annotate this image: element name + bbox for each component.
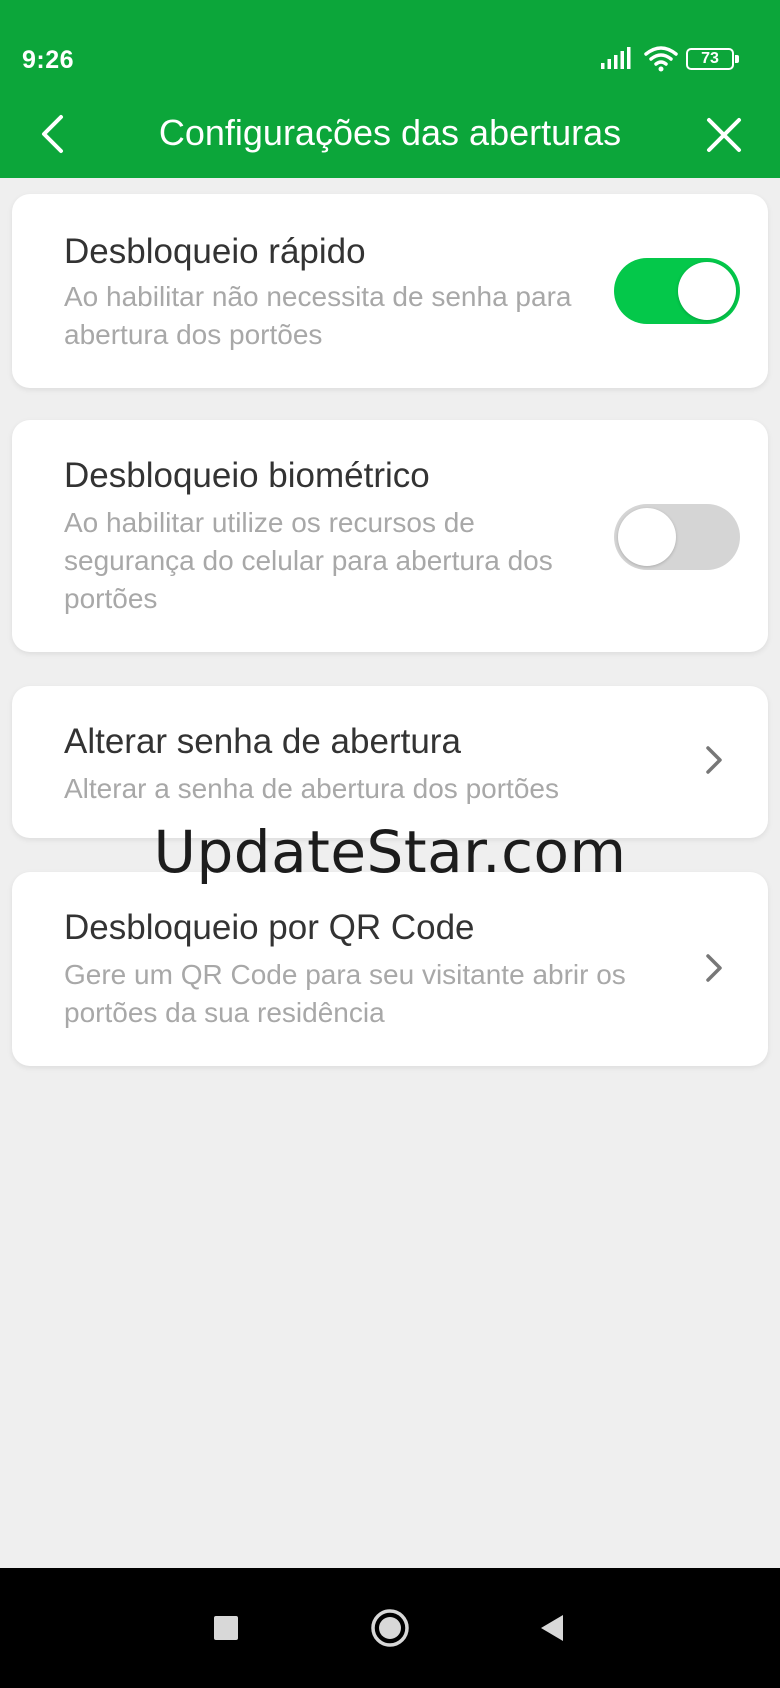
back-triangle-icon [541,1615,563,1641]
biometric-unlock-toggle[interactable] [614,504,740,570]
qr-unlock-card[interactable]: Desbloqueio por QR Code Gere um QR Code … [12,872,768,1066]
qr-unlock-title: Desbloqueio por QR Code [64,908,475,947]
change-password-description: Alterar a senha de abertura dos portões [64,773,559,804]
app-header: 9:26 73 Configurações das aberturas [0,0,780,178]
close-button[interactable] [700,110,748,160]
back-nav-button[interactable] [526,1602,578,1654]
recents-button[interactable] [200,1602,252,1654]
biometric-unlock-description: Ao habilitar utilize os recursos de segu… [64,507,553,614]
chevron-right-icon [700,742,728,778]
qr-unlock-description: Gere um QR Code para seu visitante abrir… [64,959,626,1028]
chevron-left-icon [42,115,63,153]
recents-square-icon [214,1616,238,1640]
home-button[interactable] [364,1602,416,1654]
watermark: UpdateStar.com [153,818,627,886]
change-password-title: Alterar senha de abertura [64,722,461,761]
system-nav-bar [0,1568,780,1688]
chevron-right-icon [700,950,728,986]
toggle-knob [678,262,736,320]
status-icons: 73 [600,42,780,82]
toggle-knob [618,508,676,566]
page-title: Configurações das aberturas [158,112,622,153]
wifi-icon [644,46,678,72]
home-circle-icon [371,1609,409,1647]
status-time: 9:26 [22,46,75,74]
back-button[interactable] [28,106,76,162]
quick-unlock-toggle[interactable] [614,258,740,324]
change-password-card[interactable]: Alterar senha de abertura Alterar a senh… [12,686,768,838]
battery-icon: 73 [686,48,739,70]
signal-icon [601,47,631,69]
quick-unlock-card: Desbloqueio rápido Ao habilitar não nece… [12,194,768,388]
quick-unlock-title: Desbloqueio rápido [64,232,366,271]
biometric-unlock-title: Desbloqueio biométrico [64,456,430,495]
close-icon [707,118,741,152]
quick-unlock-description: Ao habilitar não necessita de senha para… [64,281,572,350]
biometric-unlock-card: Desbloqueio biométrico Ao habilitar util… [12,420,768,652]
